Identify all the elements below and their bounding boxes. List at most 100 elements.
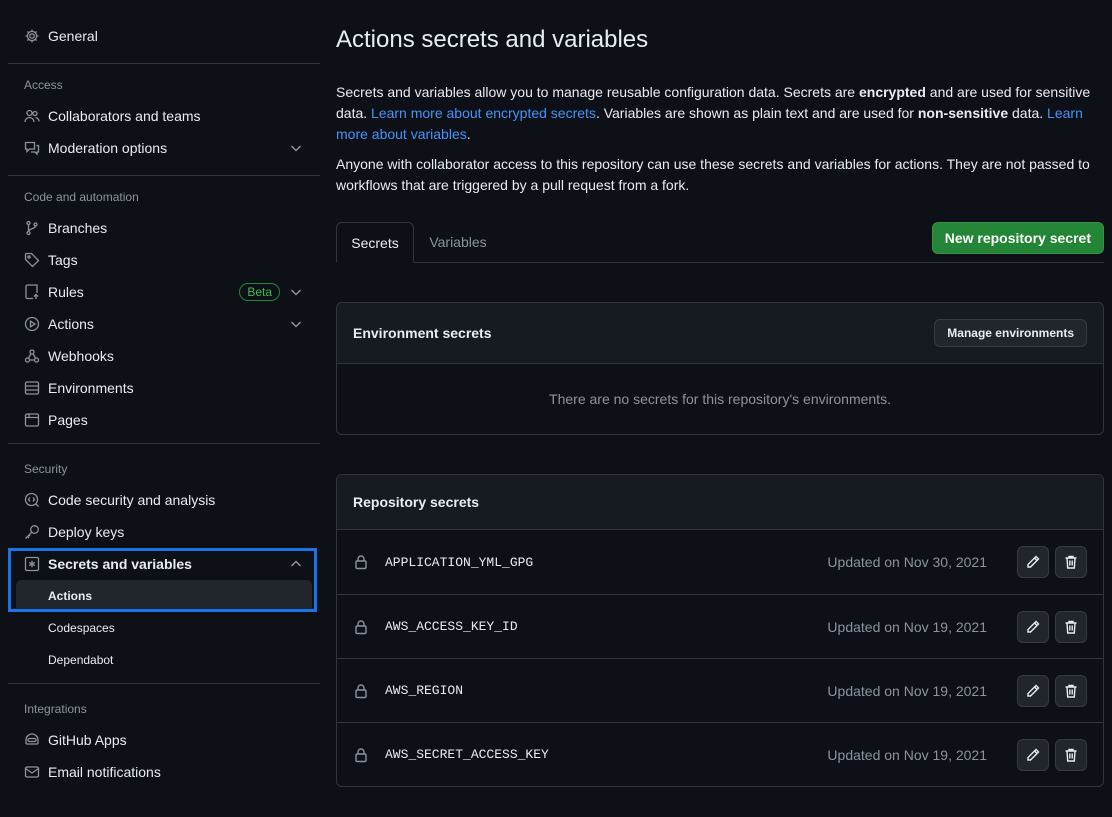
play-icon [24,316,40,332]
sidebar-item-label: Secrets and variables [48,556,192,572]
mail-icon [24,764,40,780]
sidebar-item-branches[interactable]: Branches [16,212,312,244]
edit-secret-button[interactable] [1017,610,1049,643]
sidebar-item-tags[interactable]: Tags [16,244,312,276]
sidebar-item-label: Actions [48,316,94,332]
sidebar-item-actions[interactable]: Actions [16,308,312,340]
git-branch-icon [24,220,40,236]
secret-row: AWS_SECRET_ACCESS_KEY Updated on Nov 19, … [337,722,1103,786]
secret-name: AWS_REGION [385,683,464,698]
box-header: Repository secrets [337,475,1103,530]
environment-secrets-title: Environment secrets [353,325,492,341]
repo-push-icon [24,284,40,300]
sidebar-item-code-security[interactable]: Code security and analysis [16,484,312,516]
sidebar-item-general[interactable]: General [16,20,312,52]
secret-name: APPLICATION_YML_GPG [385,554,534,570]
chevron-down-icon [288,284,304,300]
intro-paragraph: Secrets and variables allow you to manag… [336,82,1104,145]
pencil-icon [1025,619,1041,635]
delete-secret-button[interactable] [1055,546,1087,578]
divider [8,443,320,444]
sidebar-item-environments[interactable]: Environments [16,372,312,404]
repository-secrets-box: Repository secrets APPLICATION_YML_GPG Up… [336,474,1104,787]
sidebar-item-label: General [48,28,98,44]
sidebar-item-rules[interactable]: Rules Beta [16,276,312,308]
group-title-security: Security [24,462,68,476]
sidebar-item-label: GitHub Apps [48,732,127,748]
sidebar-item-label: Environments [48,380,134,396]
sidebar-item-label: Rules [48,284,84,300]
pencil-icon [1025,683,1041,699]
lock-icon [353,554,369,570]
secret-updated: Updated on Nov 30, 2021 [827,554,987,570]
browser-icon [24,412,40,428]
secret-list: APPLICATION_YML_GPG Updated on Nov 30, 20… [337,530,1103,786]
sidebar-item-webhooks[interactable]: Webhooks [16,340,312,372]
sidebar-item-label: Moderation options [48,140,168,156]
group-title-access: Access [24,78,63,92]
intro-text: Secrets and variables allow you to manag… [336,84,859,100]
sidebar-item-label: Deploy keys [48,524,125,540]
sidebar-item-label: Pages [48,412,88,428]
pencil-icon [1025,747,1041,763]
webhook-icon [24,348,40,364]
edit-secret-button[interactable] [1017,738,1049,771]
divider [8,63,320,64]
empty-state-text: There are no secrets for this repository… [549,391,891,407]
sidebar-subitem-dependabot[interactable]: Dependabot [16,644,312,676]
comment-discussion-icon [24,140,40,156]
sidebar-item-label: Code security and analysis [48,492,216,508]
key-icon [24,524,40,540]
tab-variables[interactable]: Variables [414,222,502,262]
intro-text: . Variables are shown as plain text and … [595,105,918,121]
delete-secret-button[interactable] [1055,610,1087,643]
sidebar-item-collaborators[interactable]: Collaborators and teams [16,100,312,132]
lock-icon [353,747,369,763]
sidebar-subitem-actions[interactable]: Actions [16,580,312,612]
gear-icon [24,28,40,44]
environment-secrets-box: Environment secrets Manage environments … [336,302,1104,435]
sidebar-item-label: Tags [48,252,78,268]
secret-updated: Updated on Nov 19, 2021 [827,746,987,763]
secret-row: AWS_REGION Updated on Nov 19, 2021 [337,658,1103,722]
sidebar-item-moderation[interactable]: Moderation options [16,132,312,164]
pencil-icon [1025,554,1041,570]
chevron-down-icon [288,316,304,332]
manage-environments-button[interactable]: Manage environments [934,319,1087,347]
page-title: Actions secrets and variables [336,26,649,53]
key-asterisk-icon [24,556,40,572]
settings-sidebar: General Access Collaborators and teams M… [8,0,320,817]
collaborator-note: Anyone with collaborator access to this … [336,156,1090,193]
sidebar-item-secrets-variables[interactable]: Secrets and variables [16,548,312,580]
sidebar-item-email-notifications[interactable]: Email notifications [16,756,312,788]
new-repository-secret-button[interactable]: New repository secret [931,222,1104,254]
edit-secret-button[interactable] [1017,674,1049,707]
sidebar-item-pages[interactable]: Pages [16,404,312,436]
lock-icon [353,619,369,635]
secret-updated: Updated on Nov 19, 2021 [827,682,987,699]
codescan-icon [24,492,40,508]
edit-secret-button[interactable] [1017,546,1049,578]
group-title-code-automation: Code and automation [24,190,139,204]
delete-secret-button[interactable] [1055,738,1087,771]
intro-text: data. [1008,105,1048,121]
secret-row: AWS_ACCESS_KEY_ID Updated on Nov 19, 2021 [337,594,1103,658]
chevron-down-icon [288,140,304,156]
learn-more-secrets-link[interactable]: Learn more about encrypted secrets [371,105,596,121]
trash-icon [1063,747,1079,763]
sidebar-item-github-apps[interactable]: GitHub Apps [16,724,312,756]
box-header: Environment secrets Manage environments [337,303,1103,364]
trash-icon [1063,683,1079,699]
sidebar-subitem-codespaces[interactable]: Codespaces [16,612,312,644]
sidebar-item-deploy-keys[interactable]: Deploy keys [16,516,312,548]
divider [8,683,320,684]
secret-updated: Updated on Nov 19, 2021 [827,618,987,635]
hubot-icon [24,732,40,748]
intro-text: . [466,126,471,142]
delete-secret-button[interactable] [1055,674,1087,707]
secret-row: APPLICATION_YML_GPG Updated on Nov 30, 20… [337,530,1103,594]
trash-icon [1063,554,1079,570]
tab-secrets[interactable]: Secrets [336,222,414,263]
server-icon [24,380,40,396]
intro-bold-non-sensitive: non-sensitive [917,105,1009,121]
